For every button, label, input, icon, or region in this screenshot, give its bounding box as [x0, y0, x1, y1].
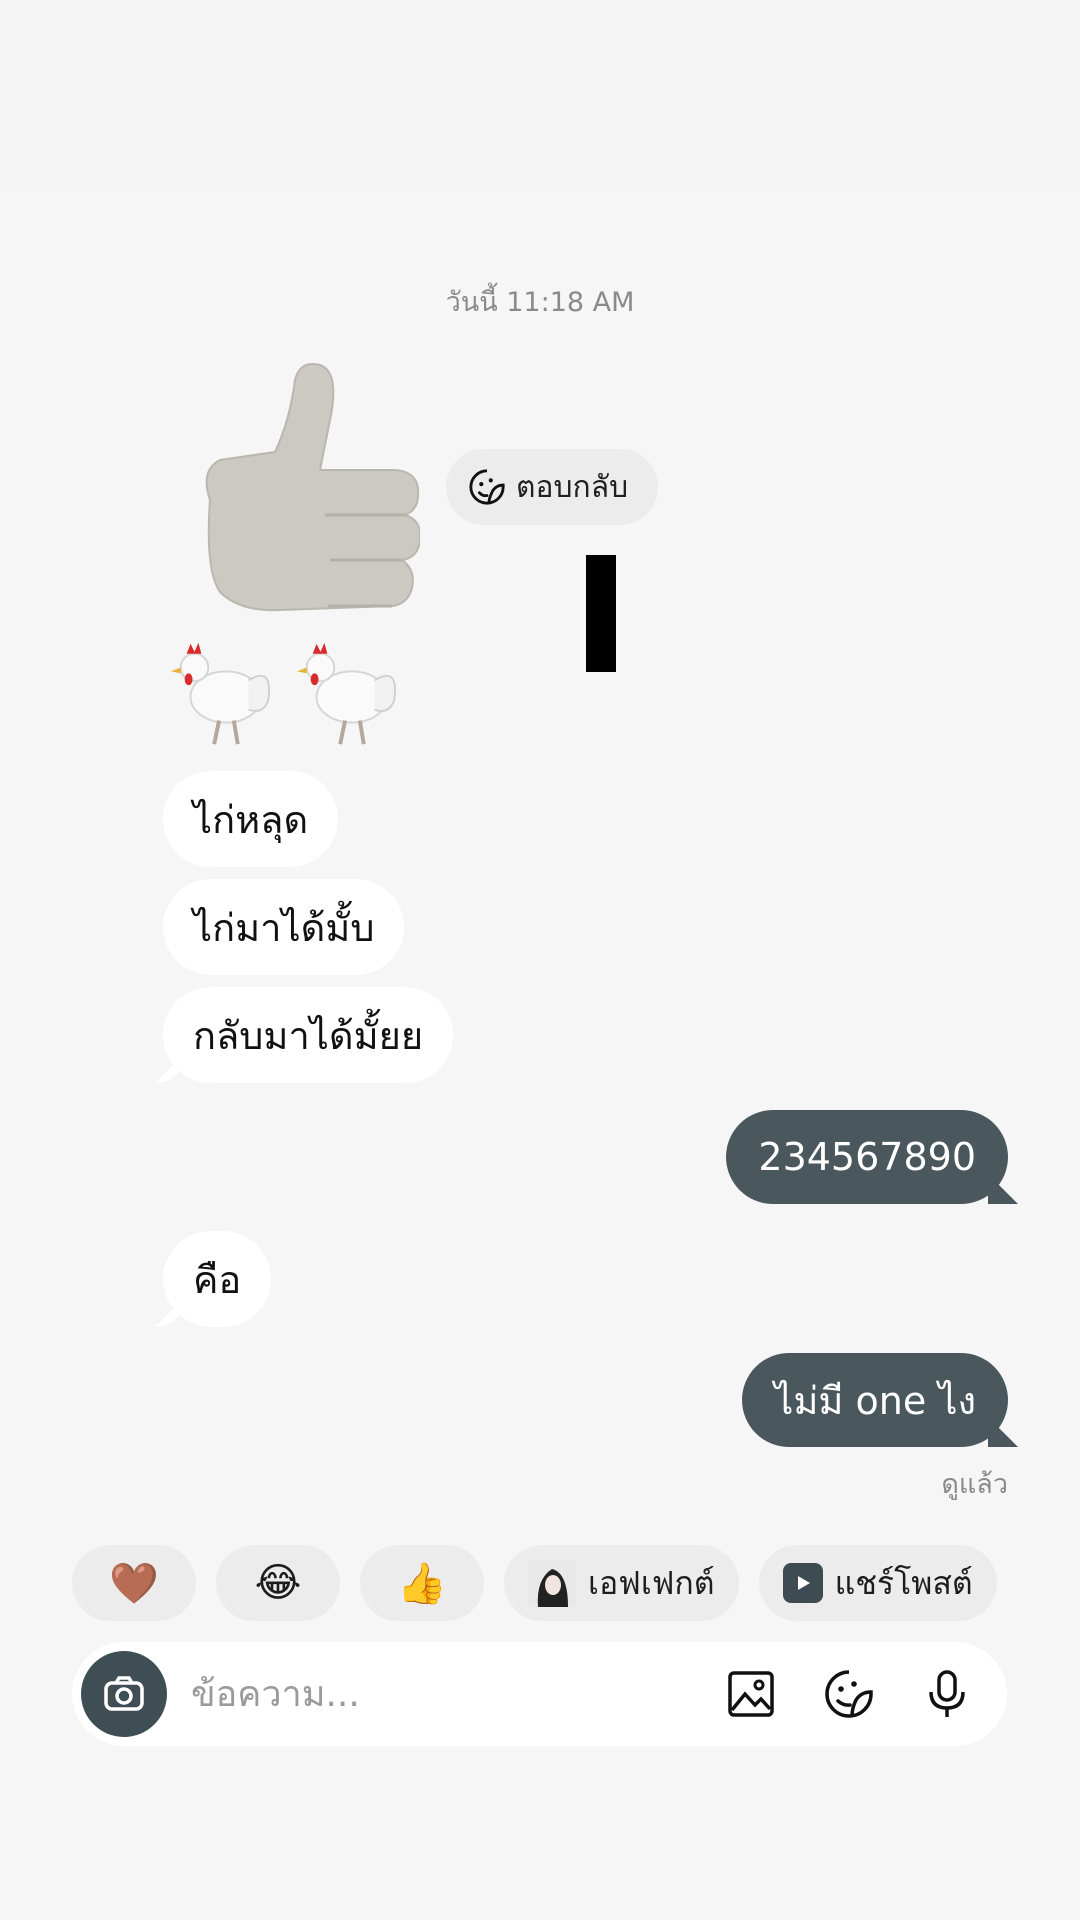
incoming-message[interactable]: กลับมาได้มั้ยย: [163, 987, 454, 1083]
effect-button[interactable]: เอฟเฟกต์: [504, 1545, 739, 1621]
seen-status: ดูแล้ว: [941, 1469, 1008, 1500]
rooster-icon: [170, 642, 271, 745]
microphone-icon[interactable]: [921, 1668, 973, 1720]
header-area: [0, 0, 1080, 190]
thumbs-reaction-button[interactable]: 👍: [360, 1545, 484, 1621]
sticker-icon[interactable]: [823, 1668, 875, 1720]
outgoing-message[interactable]: ไม่มี one ไง: [742, 1353, 1008, 1447]
heart-reaction-button[interactable]: 🤎: [72, 1545, 196, 1621]
incoming-message[interactable]: ไก่มาได้มั้บ: [163, 879, 405, 975]
message-input[interactable]: [189, 1672, 725, 1716]
incoming-message[interactable]: คือ: [163, 1231, 272, 1327]
quick-reactions-bar: 🤎 😂 👍 เอฟเฟกต์ แชร์โพสต์: [72, 1545, 997, 1621]
outgoing-message[interactable]: 234567890: [726, 1110, 1008, 1204]
laugh-reaction-button[interactable]: 😂: [216, 1545, 340, 1621]
incoming-message-text: คือ: [193, 1257, 242, 1302]
reply-button[interactable]: ตอบกลับ: [446, 449, 659, 525]
share-post-label: แชร์โพสต์: [834, 1563, 973, 1602]
effect-avatar-icon: [528, 1559, 576, 1607]
rooster-icon: [296, 642, 397, 745]
gallery-icon[interactable]: [725, 1668, 777, 1720]
outgoing-message-text: 234567890: [758, 1135, 976, 1179]
camera-icon: [104, 1676, 144, 1711]
effect-label: เอฟเฟกต์: [588, 1563, 715, 1602]
incoming-message[interactable]: ไก่หลุด: [163, 771, 339, 867]
text-cursor: [586, 555, 616, 672]
reply-label: ตอบกลับ: [516, 469, 629, 505]
sticker-face-icon: [469, 469, 505, 505]
play-icon: [782, 1563, 823, 1603]
message-composer: [72, 1642, 1007, 1746]
rooster-emoji-message[interactable]: [165, 636, 409, 756]
outgoing-message-text: ไม่มี one ไง: [774, 1378, 976, 1423]
incoming-message-text: กลับมาได้มั้ยย: [193, 1013, 424, 1058]
timestamp: วันนี้ 11:18 AM: [445, 287, 635, 318]
thumbs-up-sticker[interactable]: [180, 360, 420, 620]
camera-button[interactable]: [81, 1651, 167, 1737]
share-post-button[interactable]: แชร์โพสต์: [758, 1545, 997, 1621]
